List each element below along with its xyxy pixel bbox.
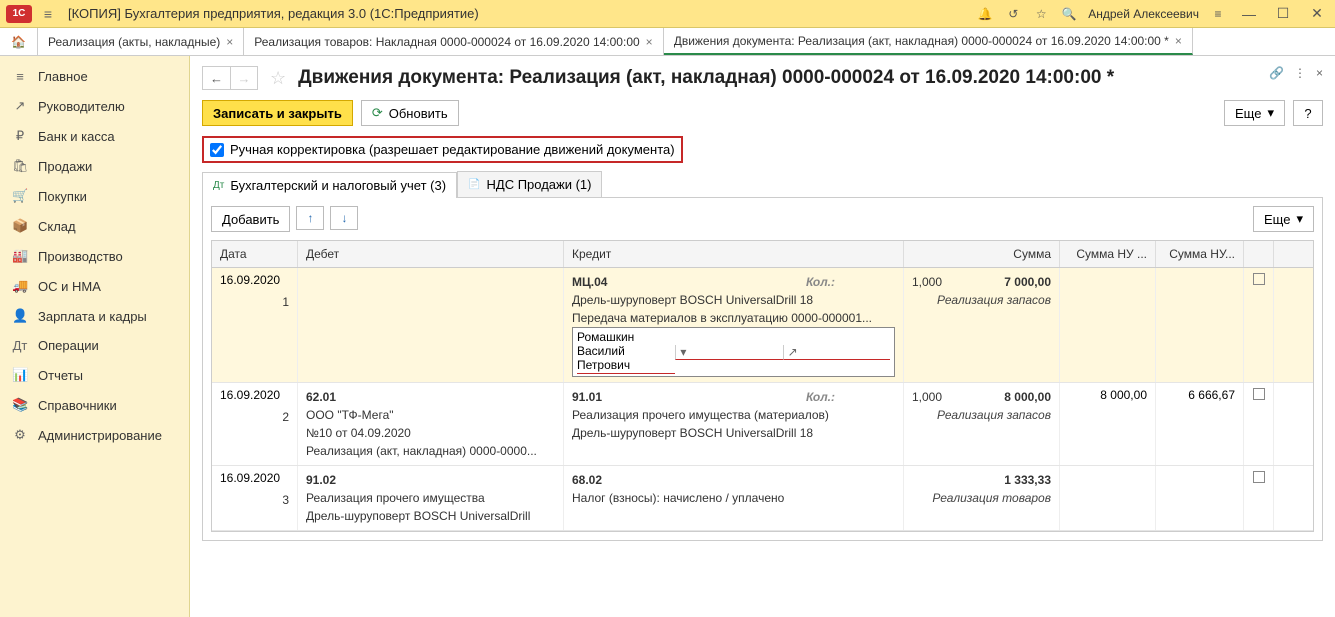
link-icon[interactable]: 🔗 (1269, 66, 1284, 80)
sidebar-item-directories[interactable]: 📚Справочники (0, 390, 189, 420)
more-icon[interactable]: ⋮ (1294, 66, 1306, 80)
tab-1[interactable]: Реализация товаров: Накладная 0000-00002… (244, 28, 663, 55)
close-icon[interactable]: × (646, 35, 653, 49)
checkbox-input[interactable] (210, 143, 224, 157)
grid-more-button[interactable]: Еще ▾ (1253, 206, 1314, 232)
sidebar: ≡Главное ↗Руководителю ₽Банк и касса 🛍Пр… (0, 56, 190, 617)
employee-input[interactable]: Ромашкин Василий Петрович ▾ ↗ (572, 327, 895, 377)
box-icon: 📦 (12, 218, 28, 234)
factory-icon: 🏭 (12, 248, 28, 264)
help-button[interactable]: ? (1293, 100, 1323, 126)
close-icon[interactable]: × (226, 35, 233, 49)
add-button[interactable]: Добавить (211, 206, 290, 232)
more-button[interactable]: Еще ▾ (1224, 100, 1285, 126)
table-row[interactable]: 16.09.20201 МЦ.04 Кол.: Дрель-шуруповерт… (212, 268, 1313, 383)
star-icon[interactable]: ☆ (1032, 7, 1050, 21)
tab-vat-sales[interactable]: 📄НДС Продажи (1) (457, 171, 602, 197)
move-up-button[interactable]: ↑ (296, 206, 324, 230)
titlebar: 1C ≡ [КОПИЯ] Бухгалтерия предприятия, ре… (0, 0, 1335, 28)
sidebar-item-reports[interactable]: 📊Отчеты (0, 360, 189, 390)
bell-icon[interactable]: 🔔 (976, 7, 994, 21)
refresh-icon: ⟳ (372, 105, 383, 121)
col-check (1244, 241, 1274, 267)
dropdown-icon[interactable]: ▾ (675, 345, 782, 360)
move-down-button[interactable]: ↓ (330, 206, 358, 230)
home-tab[interactable]: 🏠 (0, 28, 38, 55)
close-icon[interactable]: × (1316, 66, 1323, 80)
row-checkbox[interactable] (1253, 388, 1265, 400)
search-icon[interactable]: 🔍 (1060, 7, 1078, 21)
save-close-button[interactable]: Записать и закрыть (202, 100, 353, 126)
sidebar-item-bank[interactable]: ₽Банк и касса (0, 121, 189, 151)
close-button[interactable]: ✕ (1305, 5, 1329, 22)
favorite-icon[interactable]: ☆ (270, 68, 286, 89)
app-title: [КОПИЯ] Бухгалтерия предприятия, редакци… (64, 6, 976, 21)
tab-2[interactable]: Движения документа: Реализация (акт, нак… (664, 28, 1193, 55)
refresh-button[interactable]: ⟳Обновить (361, 100, 459, 126)
books-icon: 📚 (12, 397, 28, 413)
maximize-button[interactable]: ☐ (1271, 5, 1295, 22)
sidebar-item-admin[interactable]: ⚙Администрирование (0, 420, 189, 450)
doc-icon: 📄 (468, 179, 480, 190)
history-icon[interactable]: ↺ (1004, 7, 1022, 21)
close-icon[interactable]: × (1175, 34, 1182, 48)
open-icon[interactable]: ↗ (783, 345, 890, 360)
tabs-bar: 🏠 Реализация (акты, накладные)× Реализац… (0, 28, 1335, 56)
sidebar-item-operations[interactable]: ДтОперации (0, 331, 189, 360)
sidebar-item-assets[interactable]: 🚚ОС и НМА (0, 271, 189, 301)
dt-kt-icon: Дт (213, 180, 224, 191)
grid-header: Дата Дебет Кредит Сумма Сумма НУ ... Сум… (212, 241, 1313, 268)
col-nu1[interactable]: Сумма НУ ... (1060, 241, 1156, 267)
content-area: ←→ ☆ Движения документа: Реализация (акт… (190, 56, 1335, 617)
manual-correction-checkbox[interactable]: Ручная корректировка (разрешает редактир… (202, 136, 683, 163)
cart-icon: 🛒 (12, 188, 28, 204)
sidebar-item-purchases[interactable]: 🛒Покупки (0, 181, 189, 211)
minimize-button[interactable]: — (1237, 6, 1261, 22)
sidebar-item-hr[interactable]: 👤Зарплата и кадры (0, 301, 189, 331)
row-checkbox[interactable] (1253, 471, 1265, 483)
forward-button[interactable]: → (230, 66, 258, 90)
tab-0[interactable]: Реализация (акты, накладные)× (38, 28, 244, 55)
dt-icon: Дт (12, 338, 28, 353)
sidebar-item-manager[interactable]: ↗Руководителю (0, 91, 189, 121)
sidebar-item-warehouse[interactable]: 📦Склад (0, 211, 189, 241)
col-credit[interactable]: Кредит (564, 241, 904, 267)
col-sum[interactable]: Сумма (904, 241, 1060, 267)
chevron-down-icon: ▾ (1296, 211, 1303, 227)
bars-icon: 📊 (12, 367, 28, 383)
chart-icon: ↗ (12, 98, 28, 114)
col-debit[interactable]: Дебет (298, 241, 564, 267)
col-date[interactable]: Дата (212, 241, 298, 267)
row-checkbox[interactable] (1253, 273, 1265, 285)
col-nu2[interactable]: Сумма НУ... (1156, 241, 1244, 267)
back-button[interactable]: ← (202, 66, 230, 90)
sidebar-item-production[interactable]: 🏭Производство (0, 241, 189, 271)
table-row[interactable]: 16.09.20203 91.02 Реализация прочего иму… (212, 466, 1313, 531)
settings-icon[interactable]: ≡ (1209, 7, 1227, 21)
gear-icon: ⚙ (12, 427, 28, 443)
entries-grid: Дата Дебет Кредит Сумма Сумма НУ ... Сум… (211, 240, 1314, 532)
menu-icon[interactable]: ≡ (36, 6, 60, 22)
sidebar-item-sales[interactable]: 🛍Продажи (0, 151, 189, 181)
truck-icon: 🚚 (12, 278, 28, 294)
bag-icon: 🛍 (12, 158, 28, 174)
page-title: Движения документа: Реализация (акт, нак… (298, 67, 1114, 89)
app-logo: 1C (6, 5, 32, 23)
sidebar-item-main[interactable]: ≡Главное (0, 62, 189, 91)
person-icon: 👤 (12, 308, 28, 324)
ruble-icon: ₽ (12, 128, 28, 144)
chevron-down-icon: ▾ (1267, 105, 1274, 121)
table-row[interactable]: 16.09.20202 62.01 ООО "ТФ-Мега" №10 от 0… (212, 383, 1313, 466)
user-name[interactable]: Андрей Алексеевич (1088, 7, 1199, 21)
list-icon: ≡ (12, 69, 28, 84)
tab-accounting[interactable]: ДтБухгалтерский и налоговый учет (3) (202, 172, 457, 198)
